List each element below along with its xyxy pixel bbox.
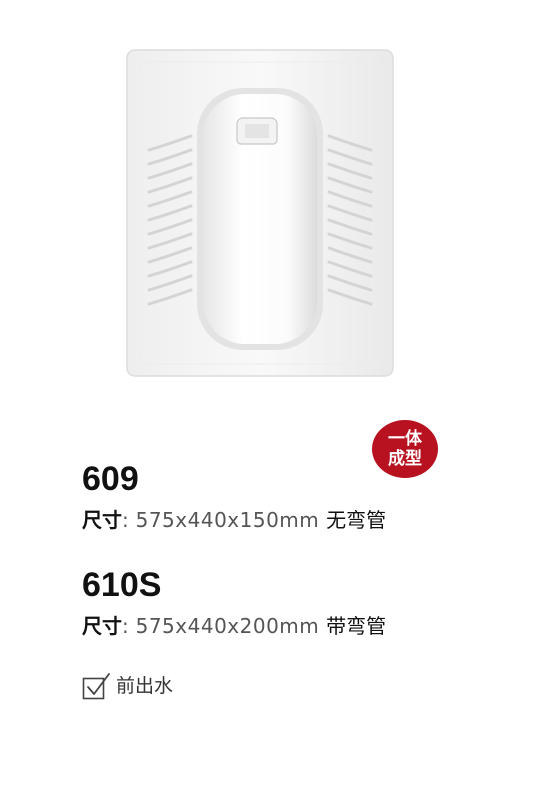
dimensions-value: 575x440x200mm: [128, 614, 327, 638]
front-outlet-feature: 前出水: [82, 672, 173, 700]
size-colon: :: [122, 508, 129, 532]
model-number-609: 609: [82, 460, 139, 498]
spec-line-609: 尺寸: 575x440x150mm 无弯管: [82, 507, 386, 533]
dimensions-value: 575x440x150mm: [128, 508, 327, 532]
size-label: 尺寸: [82, 508, 122, 532]
pipe-type: 无弯管: [326, 508, 387, 532]
pipe-type: 带弯管: [326, 614, 387, 638]
one-piece-badge: 一体 成型: [372, 420, 438, 478]
badge-line-1: 一体: [388, 429, 422, 449]
squat-toilet-image: [126, 49, 394, 377]
model-number-610s: 610S: [82, 566, 162, 604]
outlet-label: 前出水: [116, 675, 174, 697]
size-colon: :: [122, 614, 129, 638]
badge-line-2: 成型: [388, 449, 422, 469]
checkbox-checked-icon: [82, 673, 110, 700]
size-label: 尺寸: [82, 614, 122, 638]
spec-line-610s: 尺寸: 575x440x200mm 带弯管: [82, 613, 386, 639]
